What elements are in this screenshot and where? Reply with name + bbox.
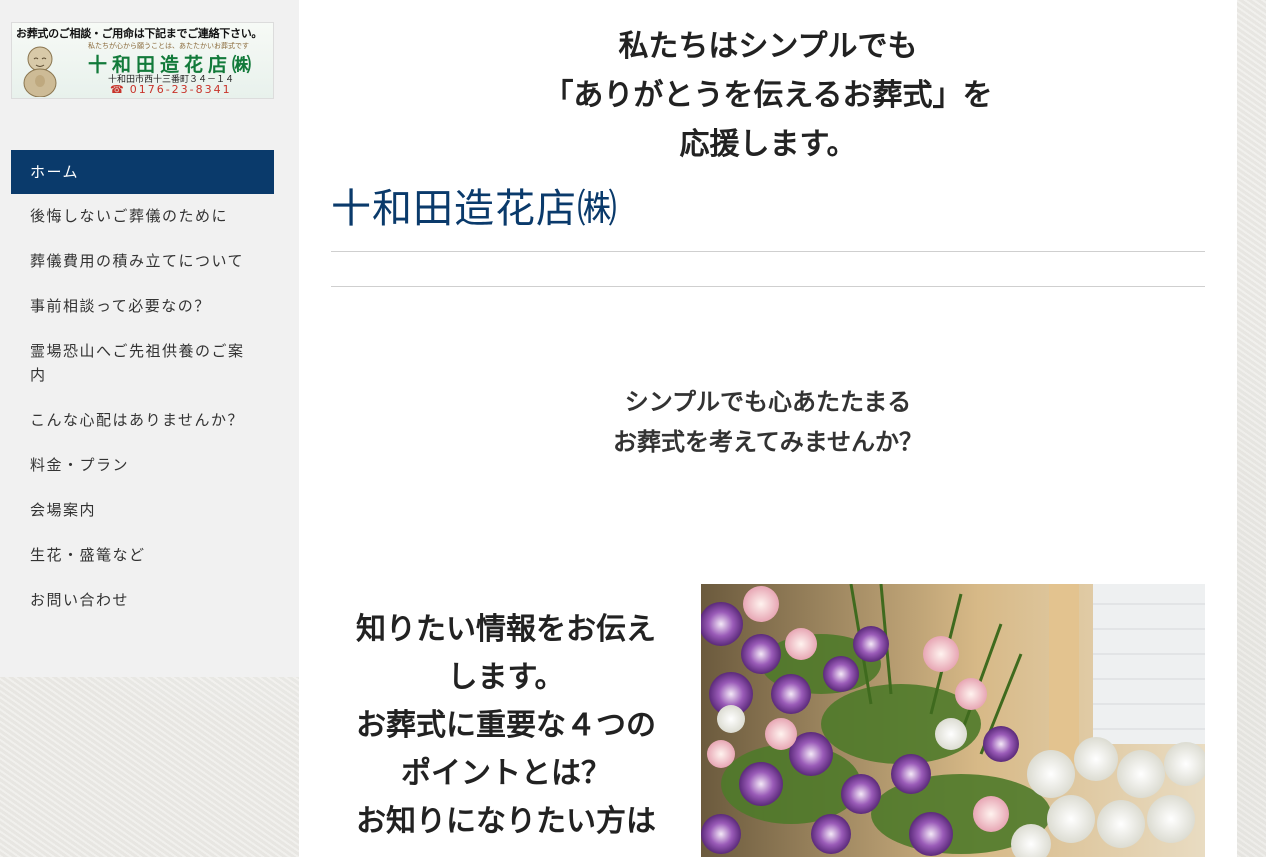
- tagline-line-1: シンプルでも心あたたまる: [624, 388, 912, 416]
- nav-item-concerns[interactable]: こんな心配はありませんか？: [11, 398, 274, 443]
- nav-item-pricing[interactable]: 料金・プラン: [11, 443, 274, 488]
- hero-heading: 私たちはシンプルでも 「ありがとうを伝えるお葬式」を 応援します。: [299, 22, 1237, 169]
- nav-item-venue[interactable]: 会場案内: [11, 488, 274, 533]
- logo-phone: ☎ 0176-23-8341: [110, 83, 232, 96]
- tagline-line-2: お葬式を考えてみませんか？: [612, 428, 924, 456]
- hero-line-1: 私たちはシンプルでも: [618, 29, 918, 64]
- info-line-2: します。: [447, 660, 565, 695]
- nav-item-contact[interactable]: お問い合わせ: [11, 578, 274, 623]
- nav-item-osorezan[interactable]: 霊場恐山へご先祖供養のご案内: [11, 329, 274, 398]
- sidebar-nav: ホーム 後悔しないご葬儀のために 葬儀費用の積み立てについて 事前相談って必要な…: [11, 150, 274, 623]
- nav-item-funeral-tips[interactable]: 後悔しないご葬儀のために: [11, 194, 274, 239]
- sidebar: お葬式のご相談・ご用命は下記までご連絡下さい。 私たちが心から願うことは、あたた…: [0, 0, 299, 677]
- hero-line-3: 応援します。: [679, 127, 857, 162]
- jizo-figure-icon: [23, 46, 57, 97]
- phone-icon: ☎: [110, 83, 126, 96]
- company-logo[interactable]: お葬式のご相談・ご用命は下記までご連絡下さい。 私たちが心から願うことは、あたた…: [11, 22, 274, 99]
- nav-item-flowers[interactable]: 生花・盛篭など: [11, 533, 274, 578]
- hero-line-2: 「ありがとうを伝えるお葬式」を: [543, 78, 993, 113]
- nav-item-cost-savings[interactable]: 葬儀費用の積み立てについて: [11, 239, 274, 284]
- nav-item-home[interactable]: ホーム: [11, 150, 274, 194]
- info-line-4: ポイントとは？: [401, 756, 611, 791]
- info-line-3: お葬式に重要な４つの: [356, 708, 656, 743]
- logo-contact-text: お葬式のご相談・ご用命は下記までご連絡下さい。: [16, 27, 263, 40]
- funeral-flowers-photo: [701, 584, 1205, 857]
- nav-item-consultation[interactable]: 事前相談って必要なの？: [11, 284, 274, 329]
- flower-arrangement-image: [701, 584, 1205, 857]
- main-content: 私たちはシンプルでも 「ありがとうを伝えるお葬式」を 応援します。 十和田造花店…: [299, 0, 1237, 857]
- divider-bottom: [331, 286, 1205, 287]
- info-line-1: 知りたい情報をお伝え: [356, 612, 656, 647]
- tagline: シンプルでも心あたたまる お葬式を考えてみませんか？: [299, 382, 1237, 462]
- divider-top: [331, 251, 1205, 252]
- info-line-5: お知りになりたい方は: [356, 804, 656, 839]
- info-heading: 知りたい情報をお伝え します。 お葬式に重要な４つの ポイントとは？ お知りにな…: [331, 606, 681, 846]
- background-texture: [1237, 0, 1266, 857]
- logo-phone-number: 0176-23-8341: [129, 83, 232, 96]
- site-title[interactable]: 十和田造花店㈱: [331, 176, 618, 234]
